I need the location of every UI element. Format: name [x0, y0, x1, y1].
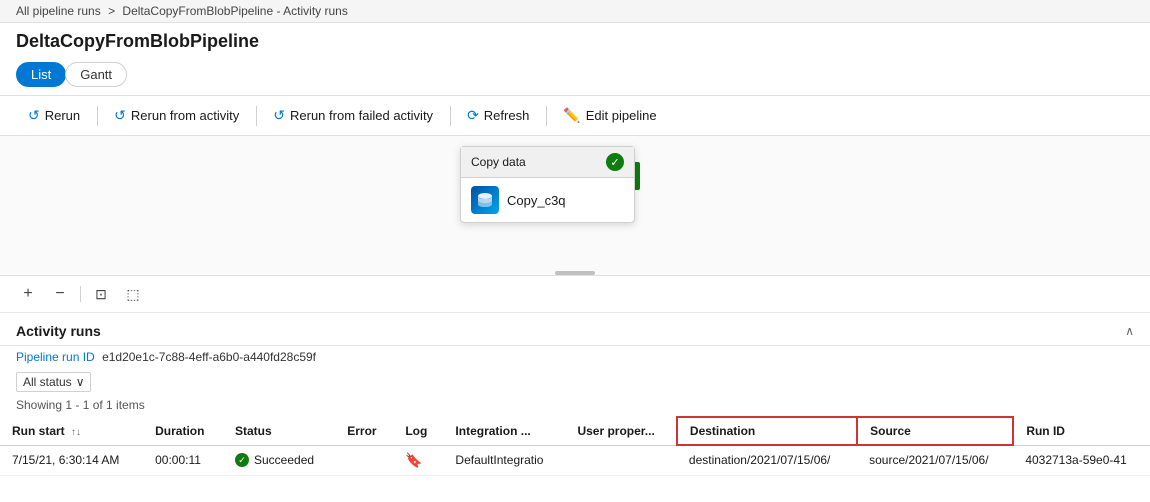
pipeline-run-label: Pipeline run ID [16, 350, 95, 364]
filter-label: All status [23, 375, 72, 389]
popup-check-icon: ✓ [606, 153, 624, 171]
activity-name: Copy_c3q [507, 193, 566, 208]
cell-user-props [565, 445, 676, 475]
col-error: Error [335, 417, 393, 445]
toolbar-sep-4 [546, 106, 547, 126]
col-run-id: Run ID [1013, 417, 1150, 445]
popup-title: Copy data [471, 155, 526, 169]
tab-list[interactable]: List [16, 62, 66, 87]
activity-runs-section: Activity runs ∧ Pipeline run ID e1d20e1c… [0, 313, 1150, 476]
cell-duration: 00:00:11 [143, 445, 223, 475]
col-error-label: Error [347, 424, 376, 438]
breadcrumb-all-pipeline-runs[interactable]: All pipeline runs [16, 4, 101, 18]
cell-log: 🔖 [393, 445, 443, 475]
breadcrumb: All pipeline runs > DeltaCopyFromBlobPip… [0, 0, 1150, 23]
col-status-label: Status [235, 424, 272, 438]
cell-destination: destination/2021/07/15/06/ [677, 445, 857, 475]
bookmark-icon[interactable]: 🔖 [405, 452, 422, 468]
table-row: 7/15/21, 6:30:14 AM 00:00:11 ✓ Succeeded… [0, 445, 1150, 475]
view-tabs-container: List Gantt [0, 58, 1150, 95]
col-status: Status [223, 417, 335, 445]
pipeline-run-id-value: e1d20e1c-7c88-4eff-a6b0-a440fd28c59f [102, 350, 316, 364]
filter-row: All status ∨ [0, 368, 1150, 396]
rerun-from-activity-button[interactable]: ↺ Rerun from activity [102, 102, 252, 129]
col-user-props: User proper... [565, 417, 676, 445]
col-log-label: Log [405, 424, 427, 438]
toolbar-sep-3 [450, 106, 451, 126]
section-header: Activity runs ∧ [0, 313, 1150, 346]
table-header-row: Run start ↑↓ Duration Status Error Log [0, 417, 1150, 445]
col-destination: Destination [677, 417, 857, 445]
tab-gantt[interactable]: Gantt [65, 62, 127, 87]
cell-status: ✓ Succeeded [223, 445, 335, 475]
showing-text: Showing 1 - 1 of 1 items [0, 396, 1150, 416]
popup-body: Copy_c3q [461, 178, 634, 222]
zoom-separator [80, 286, 81, 302]
table-container: Run start ↑↓ Duration Status Error Log [0, 416, 1150, 476]
col-destination-label: Destination [690, 424, 755, 438]
breadcrumb-current: DeltaCopyFromBlobPipeline - Activity run… [122, 4, 347, 18]
select-tool-button[interactable]: ⬚ [121, 282, 145, 306]
database-icon [476, 191, 494, 209]
status-success: ✓ Succeeded [235, 453, 323, 467]
rerun-from-activity-icon: ↺ [114, 107, 126, 124]
drag-handle[interactable] [555, 271, 595, 275]
activity-runs-table: Run start ↑↓ Duration Status Error Log [0, 416, 1150, 476]
page-title: DeltaCopyFromBlobPipeline [0, 23, 1150, 58]
col-duration-label: Duration [155, 424, 204, 438]
col-integration-label: Integration ... [455, 424, 530, 438]
edit-pipeline-button[interactable]: ✏️ Edit pipeline [551, 102, 669, 129]
toolbar: ↺ Rerun ↺ Rerun from activity ↺ Rerun fr… [0, 95, 1150, 136]
col-user-props-label: User proper... [577, 424, 654, 438]
col-source: Source [857, 417, 1013, 445]
col-log: Log [393, 417, 443, 445]
collapse-button[interactable]: ∧ [1125, 324, 1134, 338]
rerun-from-failed-button[interactable]: ↺ Rerun from failed activity [261, 102, 446, 129]
col-run-start-label: Run start [12, 424, 65, 438]
zoom-in-button[interactable]: + [16, 282, 40, 306]
popup-header: Copy data ✓ [461, 147, 634, 178]
pipeline-run-id-row: Pipeline run ID e1d20e1c-7c88-4eff-a6b0-… [0, 346, 1150, 368]
rerun-from-failed-icon: ↺ [273, 107, 285, 124]
rerun-button[interactable]: ↺ Rerun [16, 102, 93, 129]
cell-run-start: 7/15/21, 6:30:14 AM [0, 445, 143, 475]
sort-icon[interactable]: ↑↓ [71, 427, 81, 438]
refresh-button[interactable]: ⟳ Refresh [455, 102, 542, 129]
canvas-area: Copy data ✓ Copy_c3q [0, 136, 1150, 276]
status-label: Succeeded [254, 453, 314, 467]
col-integration: Integration ... [443, 417, 565, 445]
cell-run-id: 4032713a-59e0-41 [1013, 445, 1150, 475]
col-source-label: Source [870, 424, 911, 438]
col-duration: Duration [143, 417, 223, 445]
fit-view-button[interactable]: ⊡ [89, 282, 113, 306]
edit-pipeline-icon: ✏️ [563, 107, 580, 124]
success-icon: ✓ [235, 453, 249, 467]
cell-source: source/2021/07/15/06/ [857, 445, 1013, 475]
refresh-icon: ⟳ [467, 107, 479, 124]
cell-integration: DefaultIntegratio [443, 445, 565, 475]
section-title: Activity runs [16, 323, 101, 339]
copy-data-popup[interactable]: Copy data ✓ Copy_c3q [460, 146, 635, 223]
col-run-start: Run start ↑↓ [0, 417, 143, 445]
zoom-controls: + − ⊡ ⬚ [0, 276, 1150, 313]
chevron-down-icon: ∨ [76, 375, 85, 389]
toolbar-sep-2 [256, 106, 257, 126]
breadcrumb-separator: > [108, 4, 118, 18]
status-filter[interactable]: All status ∨ [16, 372, 91, 392]
col-run-id-label: Run ID [1026, 424, 1065, 438]
zoom-out-button[interactable]: − [48, 282, 72, 306]
copy-data-icon [471, 186, 499, 214]
cell-error [335, 445, 393, 475]
toolbar-sep-1 [97, 106, 98, 126]
rerun-icon: ↺ [28, 107, 40, 124]
